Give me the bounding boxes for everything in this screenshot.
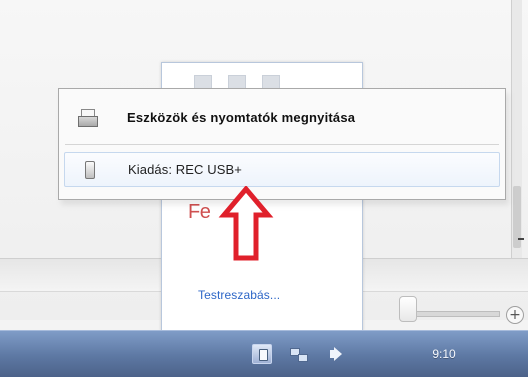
menu-item-eject-rec-usb[interactable]: Kiadás: REC USB+ xyxy=(64,152,500,187)
customize-link[interactable]: Testreszabás... xyxy=(198,287,280,303)
vertical-scrollbar[interactable] xyxy=(511,0,522,258)
menu-separator xyxy=(65,144,499,145)
zoom-slider-thumb[interactable] xyxy=(399,296,417,322)
annotation-arrow-icon xyxy=(218,186,274,261)
menu-item-label-eject-rec-usb: Kiadás: REC USB+ xyxy=(128,162,242,177)
network-icon[interactable] xyxy=(290,345,308,363)
printer-icon xyxy=(78,109,98,127)
usb-drive-icon xyxy=(85,161,95,179)
menu-item-label-open-devices-printers: Eszközök és nyomtatók megnyitása xyxy=(127,110,356,125)
context-menu: Eszközök és nyomtatók megnyitása Kiadás:… xyxy=(58,88,506,200)
taskbar-clock[interactable]: 9:10 xyxy=(424,345,464,363)
volume-icon[interactable] xyxy=(330,346,348,362)
zoom-in-icon[interactable]: + xyxy=(506,306,524,324)
usb-tray-icon[interactable] xyxy=(252,344,272,364)
system-tray xyxy=(252,344,362,364)
small-side-arrow-icon xyxy=(518,238,524,240)
menu-item-open-devices-printers[interactable]: Eszközök és nyomtatók megnyitása xyxy=(64,101,500,136)
